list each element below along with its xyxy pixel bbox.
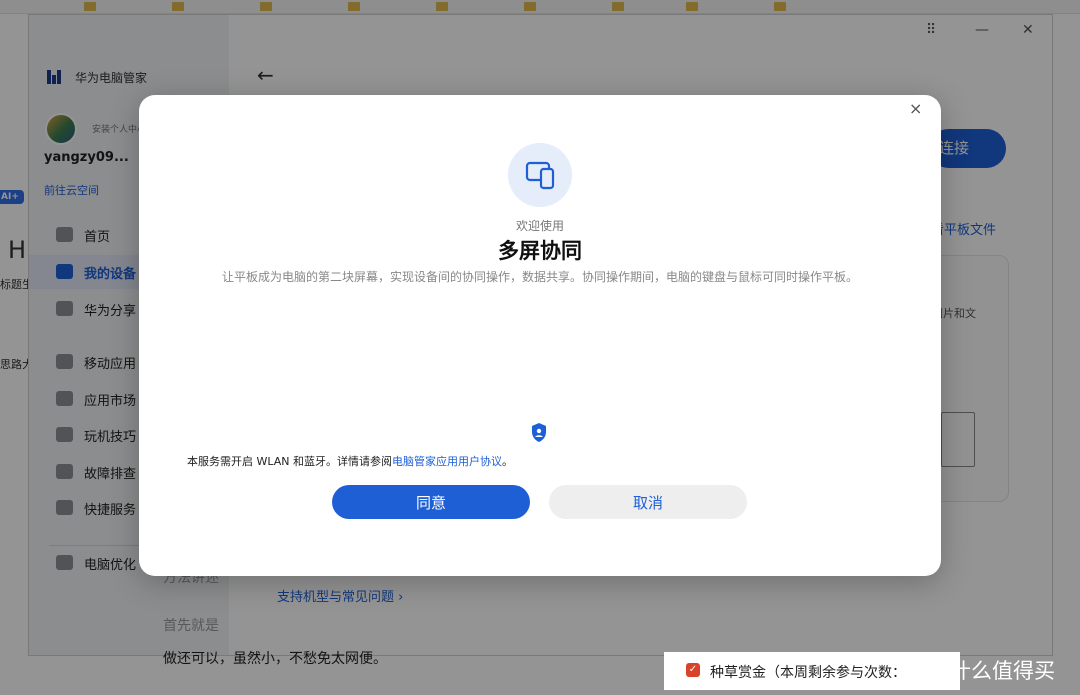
- cancel-button[interactable]: 取消: [549, 485, 747, 519]
- multi-screen-dialog: × 欢迎使用 多屏协同 让平板成为电脑的第二块屏幕，实现设备间的协同操作，数据共…: [139, 95, 941, 576]
- privacy-shield-icon: [530, 422, 548, 443]
- watermark-logo-icon: 值: [910, 652, 942, 684]
- service-notice: 本服务需开启 WLAN 和蓝牙。详情请参阅电脑管家应用用户协议。: [187, 453, 513, 469]
- agree-button[interactable]: 同意: [332, 485, 530, 519]
- dialog-description: 让平板成为电脑的第二块屏幕，实现设备间的协同操作，数据共享。协同操作期间，电脑的…: [221, 270, 858, 284]
- dialog-title: 多屏协同: [498, 239, 582, 263]
- notice-text: 本服务需开启 WLAN 和蓝牙。详情请参阅: [187, 455, 393, 468]
- dialog-welcome: 欢迎使用: [515, 219, 564, 233]
- bounty-checkbox[interactable]: ✓: [686, 663, 700, 677]
- notice-suffix: 。: [502, 455, 514, 468]
- dialog-close-button[interactable]: ×: [909, 99, 922, 118]
- multi-screen-icon: [508, 143, 572, 207]
- watermark-text: 什么值得买: [950, 659, 1055, 683]
- user-agreement-link[interactable]: 电脑管家应用用户协议: [392, 455, 502, 468]
- bounty-label: 种草赏金（本周剩余参与次数：: [710, 665, 906, 681]
